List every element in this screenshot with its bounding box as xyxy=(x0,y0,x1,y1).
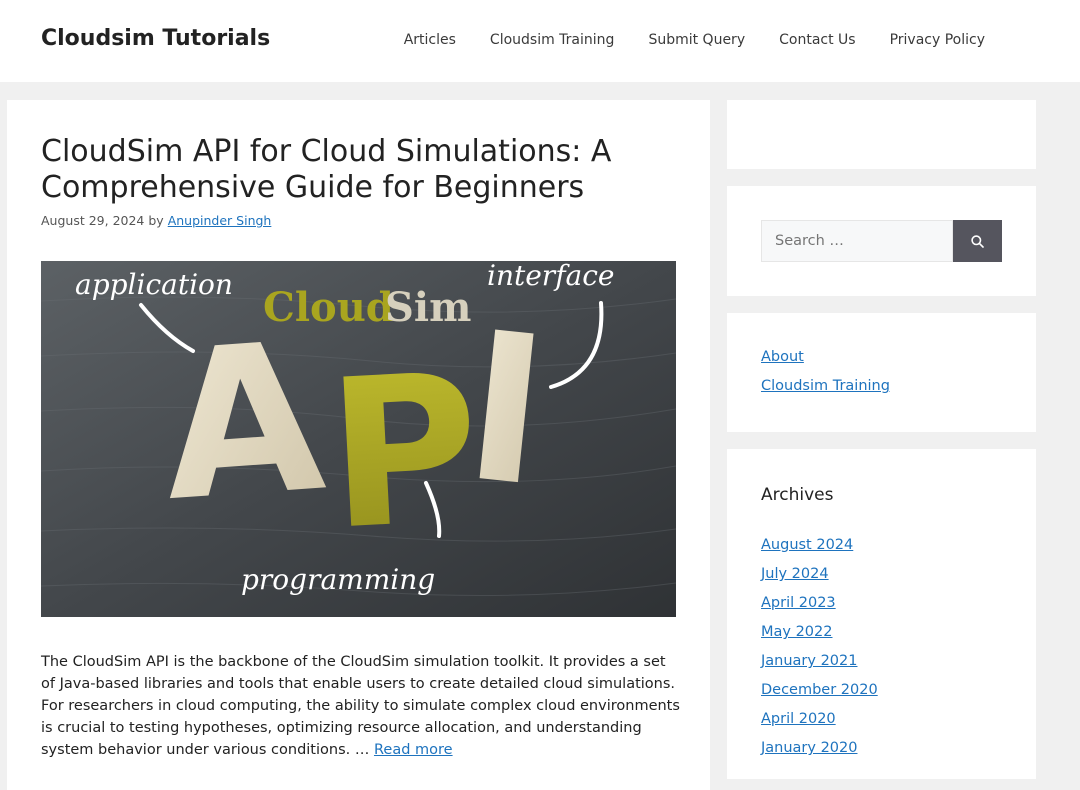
list-item: April 2023 xyxy=(761,589,878,618)
post-date: August 29, 2024 xyxy=(41,213,145,228)
nav-articles[interactable]: Articles xyxy=(387,30,473,50)
post-title[interactable]: CloudSim API for Cloud Simulations: A Co… xyxy=(41,134,661,206)
list-item: About xyxy=(761,343,890,372)
search-field[interactable] xyxy=(761,220,953,262)
archive-link[interactable]: January 2020 xyxy=(761,740,857,756)
list-item: April 2020 xyxy=(761,705,878,734)
search-icon xyxy=(971,234,984,248)
nav-submit-query[interactable]: Submit Query xyxy=(631,30,762,50)
post-by: by xyxy=(148,213,164,228)
post-excerpt-text: The CloudSim API is the backbone of the … xyxy=(41,654,680,758)
nav-contact-us[interactable]: Contact Us xyxy=(762,30,872,50)
list-item: January 2021 xyxy=(761,647,878,676)
page-link-about[interactable]: About xyxy=(761,349,804,365)
post-meta: August 29, 2024 by Anupinder Singh xyxy=(41,213,271,228)
site-header: Cloudsim Tutorials Articles Cloudsim Tra… xyxy=(0,0,1080,82)
archive-link[interactable]: August 2024 xyxy=(761,537,853,553)
nav-cloudsim-training[interactable]: Cloudsim Training xyxy=(473,30,632,50)
site-title[interactable]: Cloudsim Tutorials xyxy=(41,26,270,51)
post-author-link[interactable]: Anupinder Singh xyxy=(168,213,272,228)
list-item: August 2024 xyxy=(761,531,878,560)
image-letter-a: A xyxy=(156,299,331,547)
post-excerpt: The CloudSim API is the backbone of the … xyxy=(41,651,681,761)
archive-link[interactable]: April 2023 xyxy=(761,595,836,611)
nav-privacy-policy[interactable]: Privacy Policy xyxy=(873,30,1002,50)
pages-list: About Cloudsim Training xyxy=(761,343,890,401)
archives-title: Archives xyxy=(761,485,834,505)
archive-link[interactable]: December 2020 xyxy=(761,682,878,698)
pages-widget: About Cloudsim Training xyxy=(727,313,1036,432)
list-item: December 2020 xyxy=(761,676,878,705)
archive-link[interactable]: July 2024 xyxy=(761,566,829,582)
archive-link[interactable]: May 2022 xyxy=(761,624,833,640)
image-letter-p: P xyxy=(323,330,486,576)
read-more-link[interactable]: Read more xyxy=(374,742,453,758)
archive-link[interactable]: January 2021 xyxy=(761,653,857,669)
list-item: Cloudsim Training xyxy=(761,372,890,401)
post-article: CloudSim API for Cloud Simulations: A Co… xyxy=(7,100,710,790)
featured-image-art: application interface programming Cloud … xyxy=(41,261,676,617)
page-link-cloudsim-training[interactable]: Cloudsim Training xyxy=(761,378,890,394)
search-input[interactable] xyxy=(762,221,952,261)
image-word-sim: Sim xyxy=(385,284,471,331)
list-item: May 2022 xyxy=(761,618,878,647)
list-item: July 2024 xyxy=(761,560,878,589)
search-widget xyxy=(727,186,1036,296)
featured-image[interactable]: application interface programming Cloud … xyxy=(41,261,676,617)
list-item: January 2020 xyxy=(761,734,878,763)
image-word-interface: interface xyxy=(487,261,615,292)
archives-widget: Archives August 2024 July 2024 April 202… xyxy=(727,449,1036,779)
image-word-application: application xyxy=(75,268,233,301)
archive-link[interactable]: April 2020 xyxy=(761,711,836,727)
main-nav: Articles Cloudsim Training Submit Query … xyxy=(387,30,1002,50)
search-button[interactable] xyxy=(953,220,1002,262)
sidebar-empty-widget xyxy=(727,100,1036,169)
archives-list: August 2024 July 2024 April 2023 May 202… xyxy=(761,531,878,763)
